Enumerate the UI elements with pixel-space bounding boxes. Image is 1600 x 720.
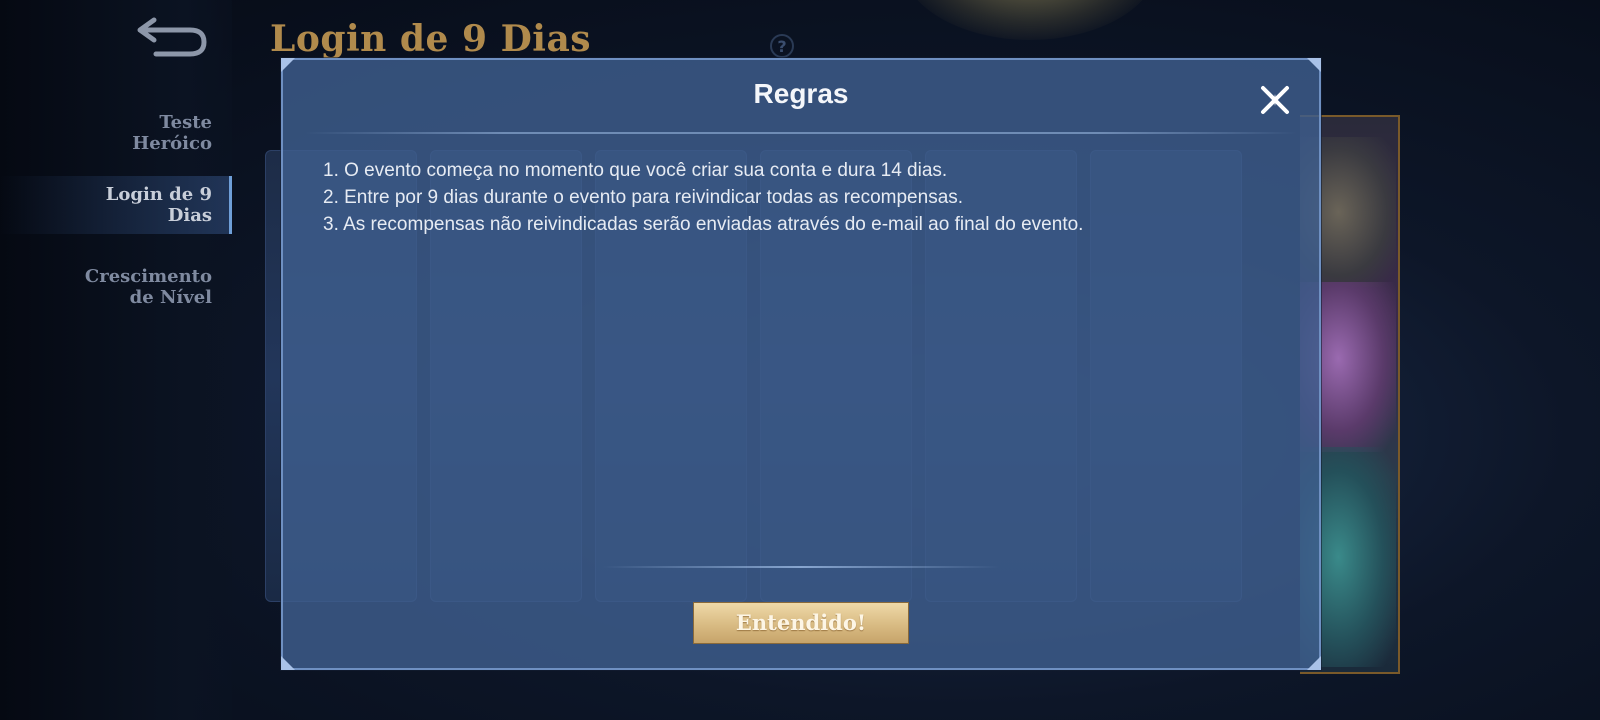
close-button[interactable] xyxy=(1255,80,1295,120)
back-button[interactable] xyxy=(132,10,212,60)
corner-ornament xyxy=(1307,656,1321,670)
rule-item: 2. Entre por 9 dias durante o evento par… xyxy=(323,187,964,208)
confirm-button[interactable]: Entendido! xyxy=(693,602,909,644)
sidebar-item-label: Crescimento de Nível xyxy=(84,266,212,308)
footer-divider xyxy=(603,566,999,568)
dialog-title: Regras xyxy=(753,78,849,109)
sidebar: Teste Heróico Login de 9 Dias Cresciment… xyxy=(0,0,232,720)
corner-ornament xyxy=(281,656,295,670)
rules-dialog: Regras 1. O evento começa no momento que… xyxy=(281,58,1321,670)
corner-ornament xyxy=(281,58,295,72)
page-title: Login de 9 Dias xyxy=(270,18,592,60)
title-divider xyxy=(305,132,1297,134)
close-x-icon xyxy=(1261,86,1289,114)
sidebar-item-crescimento-nivel[interactable]: Crescimento de Nível xyxy=(0,266,232,308)
back-arrow-icon xyxy=(137,17,207,57)
sidebar-item-teste-heroico[interactable]: Teste Heróico xyxy=(0,112,232,154)
rule-item: 3. As recompensas não reivindicadas serã… xyxy=(323,214,1084,235)
sidebar-item-label: Teste Heróico xyxy=(132,112,212,154)
rule-item: 1. O evento começa no momento que você c… xyxy=(323,160,948,181)
rules-list: 1. O evento começa no momento que você c… xyxy=(323,157,1283,238)
sidebar-item-login-9-dias[interactable]: Login de 9 Dias xyxy=(0,176,232,234)
help-icon[interactable]: ? xyxy=(770,34,794,58)
sidebar-item-label: Login de 9 Dias xyxy=(105,184,212,226)
background-glow xyxy=(900,0,1160,40)
corner-ornament xyxy=(1307,58,1321,72)
